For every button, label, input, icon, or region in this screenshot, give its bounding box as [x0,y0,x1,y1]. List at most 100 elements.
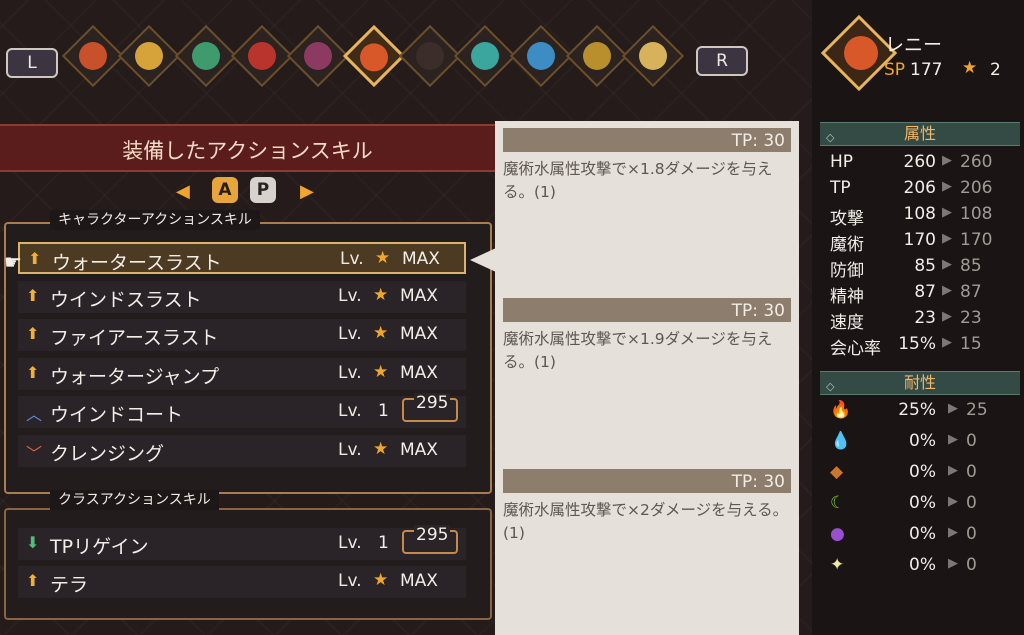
party-member-6[interactable] [342,24,406,88]
arrow-icon: ▶ [942,179,952,194]
skill-row[interactable]: ⬆ ウォータースラスト Lv. ★ MAX [18,242,466,274]
tab-p[interactable]: P [250,177,276,203]
star-icon: ★ [375,248,391,268]
arrow-icon: ▶ [942,153,952,168]
prev-tab-icon[interactable]: ◀ [176,181,190,202]
chevron-up-icon: ︿ [26,405,43,424]
resistance-row: ◆ 0% ▶ 0 [830,462,1020,490]
skill-row[interactable]: ⬆ ファイアースラスト Lv. ★ MAX [18,319,466,351]
arrow-icon: ▶ [948,432,958,447]
resistance-value: 25% [898,400,936,420]
skill-row[interactable]: ⬆ ウォータージャンプ Lv. ★ MAX [18,357,466,390]
description-text: 魔術水属性攻撃で×1.9ダメージを与える。(1) [503,330,773,371]
resistance-next-value: 0 [966,462,977,482]
fire-icon: 🔥 [830,400,852,420]
level-label: Lv. [338,285,362,306]
level-value: MAX [400,285,438,306]
skills-title: 装備したアクションスキル [122,139,373,163]
tab-a[interactable]: A [212,177,238,203]
portrait-face [248,42,276,70]
gem-icon: ◇ [826,380,835,393]
description-text: 魔術水属性攻撃で×1.8ダメージを与える。(1) [503,160,773,201]
attribute-next-value: 108 [960,204,993,224]
party-member-4[interactable] [230,24,294,88]
party-member-11[interactable] [621,24,685,88]
attribute-next-value: 85 [960,256,982,276]
character-skills-label: キャラクターアクションスキル [50,210,260,230]
chevron-down-icon: ﹀ [26,443,43,463]
level-value: MAX [400,439,438,460]
attribute-value: 108 [903,204,936,224]
party-member-2[interactable] [117,24,181,88]
attribute-label: 魔術 [830,235,864,255]
water-icon: 💧 [830,431,852,451]
tp-bar: TP: 30 [503,469,791,493]
attribute-value: 206 [903,178,936,198]
hand-pointer-icon: ☛ [4,250,22,274]
sp-cost: 295 [414,525,451,545]
arrow-icon: ▶ [942,205,952,220]
up-arrow-gold-icon: ⬆ [26,324,40,343]
skill-name: ウインドスラスト [50,288,202,311]
attribute-row: 精神 87 ▶ 87 [830,282,1020,308]
skill-row[interactable]: ﹀ クレンジング Lv. ★ MAX [18,434,466,467]
attribute-label: 攻撃 [830,209,864,229]
attribute-next-value: 15 [960,334,982,354]
party-member-10[interactable] [565,24,629,88]
party-member-5[interactable] [286,24,350,88]
resistance-next-value: 25 [966,400,988,420]
gem-icon: ◇ [826,131,835,144]
portrait-face [527,42,555,70]
class-skills-box: ⬇ TPリゲイン Lv. 1 295 ⬆ テラ Lv. ★ MAX [4,508,492,620]
party-member-9[interactable] [509,24,573,88]
party-member-3[interactable] [174,24,238,88]
wind-icon: ☾ [830,493,846,513]
skill-row[interactable]: ⬆ ウインドスラスト Lv. ★ MAX [18,280,466,313]
level-value: 1 [378,401,389,421]
l-button[interactable]: L [6,48,58,78]
attribute-value: 85 [914,256,936,276]
resistance-row: 💧 0% ▶ 0 [830,431,1020,459]
attribute-label: 防御 [830,261,864,281]
portrait-face [583,42,611,70]
level-label: Lv. [338,571,362,591]
class-skills-label: クラスアクションスキル [50,490,219,510]
light-icon: ✦ [830,555,845,575]
sp-cost-box: 295 [402,525,458,554]
attribute-value: 15% [898,334,936,354]
attribute-next-value: 206 [960,178,993,198]
arrow-icon: ▶ [942,335,952,350]
level-value: MAX [400,324,438,344]
attribute-value: 23 [914,308,936,328]
resistance-row: ✦ 0% ▶ 0 [830,555,1020,583]
portrait-face [416,42,444,70]
r-button[interactable]: R [696,46,748,76]
down-arrow-green-icon: ⬇ [26,533,40,552]
party-member-1[interactable] [61,24,125,88]
arrow-icon: ▶ [942,231,952,246]
portrait-face [639,42,667,70]
attributes-header: ◇ 属性 [820,122,1020,146]
level-label: Lv. [338,362,362,383]
party-member-8[interactable] [453,24,517,88]
star-icon: ★ [962,58,978,78]
earth-icon: ◆ [830,462,844,482]
resistance-value: 0% [909,493,936,513]
skill-description-panel: TP: 30 魔術水属性攻撃で×1.8ダメージを与える。(1) TP: 30 魔術… [495,121,799,635]
next-tab-icon[interactable]: ▶ [300,181,314,202]
skill-name: ファイアースラスト [50,327,219,349]
skill-description: TP: 30 魔術水属性攻撃で×1.9ダメージを与える。(1) [503,298,791,371]
arrow-icon: ▶ [948,556,958,571]
skill-name: ウォータージャンプ [50,365,220,388]
up-arrow-gold-icon: ⬆ [26,571,40,590]
attribute-row: 魔術 170 ▶ 170 [830,230,1020,256]
skill-row[interactable]: ⬆ テラ Lv. ★ MAX [18,566,466,598]
attribute-value: 87 [914,282,936,302]
skill-row[interactable]: ︿ ウインドコート Lv. 1 295 [18,393,466,428]
tp-bar: TP: 30 [503,128,791,152]
skill-row[interactable]: ⬇ TPリゲイン Lv. 1 295 [18,525,466,560]
attribute-next-value: 87 [960,282,982,302]
arrow-icon: ▶ [948,463,958,478]
star-icon: ★ [373,438,389,459]
party-member-7[interactable] [398,24,462,88]
